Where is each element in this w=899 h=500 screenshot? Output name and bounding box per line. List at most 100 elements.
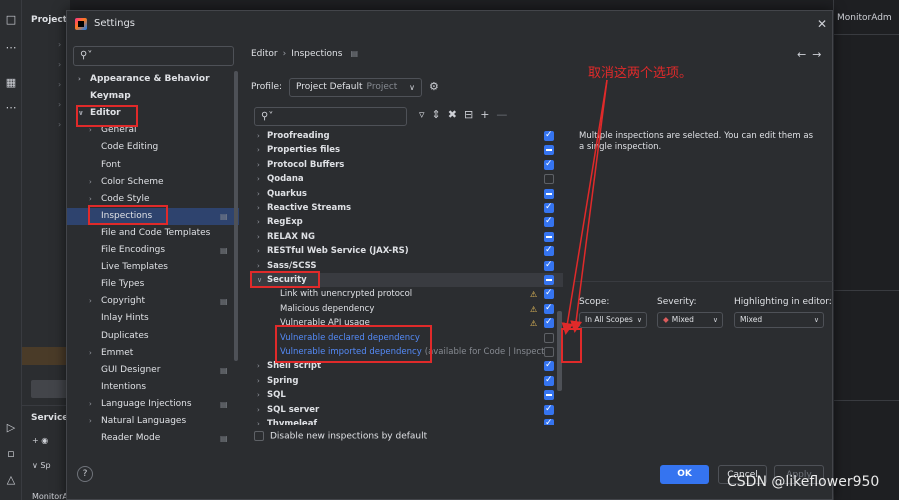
add-icon[interactable]: + [480,108,489,121]
chevron-icon[interactable]: › [89,293,92,310]
expand-all-icon[interactable]: ⇕ [432,108,441,121]
inspection-checkbox[interactable] [544,214,554,228]
chevron-icon[interactable]: › [89,413,92,430]
chevron-right-icon[interactable]: › [257,187,260,201]
chevron-right-icon[interactable]: › [257,388,260,402]
inspection-checkbox[interactable] [544,174,554,185]
problems-icon[interactable]: △ [3,472,19,488]
inspection-row[interactable]: › Thymeleaf [251,416,563,425]
chevron-right-icon[interactable]: › [257,158,260,172]
chevron-right-icon[interactable]: › [257,143,260,157]
inspection-row[interactable]: › Shell script [251,358,563,373]
tree-scrollbar[interactable] [557,311,562,391]
inspection-search-input[interactable]: ⚲˅ [254,107,407,126]
checkbox[interactable] [254,431,264,441]
inspection-row[interactable]: ∨ Security [251,273,563,287]
tree-chevron-icon[interactable]: › [58,60,61,69]
inspection-row[interactable]: › Quarkus [251,187,563,201]
inspection-row[interactable]: Vulnerable imported dependency (available… [251,345,563,359]
project-title[interactable]: Project [31,15,67,25]
sidebar-item[interactable]: File and Code Templates [67,225,239,242]
sidebar-item[interactable]: GUI Designer ▤ [67,362,239,379]
settings-search-input[interactable]: ⚲˅ [73,46,234,66]
sidebar-item[interactable]: Reader Mode ▤ [67,430,239,447]
chevron-right-icon[interactable]: › [257,201,260,215]
more-icon[interactable]: ⋯ [3,100,19,116]
sidebar-item[interactable]: › Natural Languages [67,413,239,430]
inspection-checkbox[interactable] [544,145,554,156]
chevron-icon[interactable]: › [89,396,92,413]
services-icon[interactable]: ▷ [3,420,19,436]
collapse-all-icon[interactable]: ✖ [448,108,457,121]
sidebar-item[interactable]: Live Templates [67,259,239,276]
chevron-right-icon[interactable]: › [257,172,260,186]
chevron-icon[interactable]: › [89,122,92,139]
close-icon[interactable]: ✕ [817,17,827,31]
add-icon[interactable]: + ◉ [32,436,48,445]
tree-chevron-icon[interactable]: › [58,100,61,109]
inspection-checkbox[interactable] [544,315,554,329]
inspection-checkbox[interactable] [544,275,554,285]
folder-icon[interactable]: □ [3,12,19,28]
chevron-right-icon[interactable]: › [257,259,260,273]
inspection-row[interactable]: › RegExp [251,214,563,229]
inspection-checkbox[interactable] [544,332,554,343]
tree-chevron-icon[interactable]: › [58,120,61,129]
inspection-checkbox[interactable] [544,286,554,300]
inspection-row[interactable]: Vulnerable API usage ⚠ [251,315,563,330]
chevron-right-icon[interactable]: › [257,129,260,143]
sidebar-item[interactable]: Duplicates [67,328,239,345]
inspection-row[interactable]: › SQL server [251,402,563,417]
inspection-row[interactable]: › Spring [251,373,563,388]
profile-select[interactable]: Project Default Project ∨ [289,78,422,97]
inspection-checkbox[interactable] [544,416,554,425]
gear-icon[interactable]: ⚙ [429,80,439,93]
inspection-checkbox[interactable] [544,347,554,357]
inspection-row[interactable]: › Protocol Buffers [251,157,563,172]
commit-icon[interactable]: ⋯ [3,40,19,56]
chevron-icon[interactable]: › [89,191,92,208]
terminal-icon[interactable]: ▫ [3,446,19,462]
inspection-checkbox[interactable] [544,390,554,401]
inspection-checkbox[interactable] [544,301,554,315]
inspection-row[interactable]: › Reactive Streams [251,200,563,215]
scope-select[interactable]: In All Scopes ∨ [579,312,647,328]
tree-chevron-icon[interactable]: › [58,80,61,89]
inspection-checkbox[interactable] [544,129,554,142]
disable-new-inspections-checkbox[interactable]: Disable new inspections by default [254,431,427,442]
highlighting-select[interactable]: Mixed ∨ [734,312,824,328]
tree-chevron-icon[interactable]: › [58,40,61,49]
sidebar-item[interactable]: Inspections ▤ [67,207,239,225]
inspection-row[interactable]: › SQL [251,388,563,402]
editor-tab[interactable]: MonitorAdm [837,13,892,23]
chevron-right-icon[interactable]: › [257,403,260,417]
inspection-row[interactable]: › Proofreading [251,129,563,143]
inspection-row[interactable]: Link with unencrypted protocol ⚠ [251,286,563,301]
inspection-checkbox[interactable] [544,373,554,387]
chevron-right-icon[interactable]: › [257,215,260,229]
inspection-checkbox[interactable] [544,157,554,171]
inspection-row[interactable]: › Qodana [251,172,563,186]
reset-icon[interactable]: ⊟ [464,108,473,121]
chevron-right-icon[interactable]: › [257,374,260,388]
inspection-row[interactable]: › RELAX NG [251,230,563,244]
chevron-right-icon[interactable]: › [257,230,260,244]
spring-icon[interactable]: ∨ Sp [32,461,51,470]
sidebar-item[interactable]: › General [67,122,239,139]
chevron-right-icon[interactable]: › [257,244,260,258]
sidebar-item[interactable]: Font [67,157,239,174]
inspection-checkbox[interactable] [544,358,554,372]
chevron-icon[interactable]: › [89,345,92,362]
back-forward-arrows[interactable]: ←→ [797,48,827,61]
chevron-icon[interactable]: › [78,71,81,88]
sidebar-item[interactable]: Intentions [67,379,239,396]
sidebar-item[interactable]: › Emmet [67,345,239,362]
chevron-right-icon[interactable]: › [257,417,260,425]
sidebar-item[interactable]: › Appearance & Behavior [67,71,239,88]
sidebar-item[interactable]: › Code Style [67,191,239,208]
filter-icon[interactable]: ▿ [419,108,425,121]
structure-icon[interactable]: ▦ [3,75,19,91]
inspection-row[interactable]: › Sass/SCSS [251,258,563,273]
sidebar-item[interactable]: Code Editing [67,139,239,156]
inspection-checkbox[interactable] [544,188,554,199]
